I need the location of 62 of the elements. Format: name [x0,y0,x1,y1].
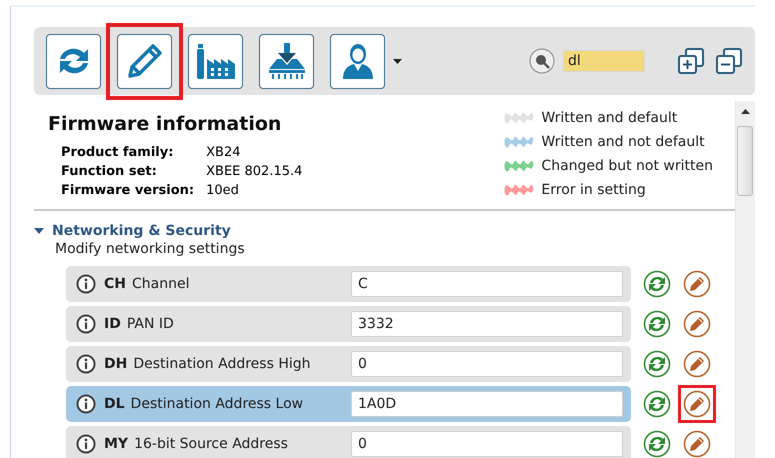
setting-value-field[interactable]: 0 [351,351,623,377]
field-value: 10ed [206,183,240,198]
setting-name: PAN ID [126,316,175,332]
write-setting-button[interactable] [683,270,711,298]
setting-row[interactable]: DL Destination Address Low 1A0D [66,386,631,422]
info-icon[interactable] [76,314,96,334]
field-label: Product family: [61,145,174,160]
field-label: Firmware version: [61,183,194,198]
setting-code: ID [104,316,121,332]
setting-row[interactable]: CH Channel C [66,266,631,302]
setting-code: CH [104,276,126,292]
setting-row[interactable]: ID PAN ID 3332 [66,306,631,342]
write-setting-button[interactable] [683,350,711,378]
legend-label: Changed but not written [541,158,713,174]
write-button[interactable] [117,34,172,88]
category-title[interactable]: Networking & Security [52,223,231,239]
search-field[interactable]: dl [563,50,645,72]
setting-value-field[interactable]: 0 [351,431,623,457]
write-setting-button[interactable] [683,310,711,338]
write-setting-button[interactable] [683,390,711,418]
default-button[interactable] [188,34,243,88]
setting-value-field[interactable]: 1A0D [351,391,623,417]
expand-caret-icon[interactable] [34,226,44,236]
legend-label: Written and default [541,110,678,126]
expand-all-icon[interactable] [677,47,705,75]
read-button[interactable] [46,34,101,88]
section-title: Firmware information [48,113,282,135]
scrollbar[interactable] [735,101,755,458]
scroll-thumb[interactable] [737,126,753,196]
read-setting-button[interactable] [643,310,671,338]
setting-name: 16-bit Source Address [134,436,289,452]
setting-code: DL [104,396,125,412]
info-icon[interactable] [76,274,96,294]
field-value: XBEE 802.15.4 [206,164,302,179]
field-value: XB24 [206,145,242,160]
search-icon[interactable] [529,48,555,74]
legend-label: Written and not default [541,134,705,150]
setting-value-field[interactable]: 3332 [351,311,623,337]
setting-name: Destination Address High [133,356,312,372]
setting-code: DH [104,356,128,372]
read-setting-button[interactable] [643,270,671,298]
read-setting-button[interactable] [643,430,671,458]
setting-name: Channel [132,276,190,292]
category-description: Modify networking settings [55,241,246,257]
collapse-all-icon[interactable] [715,47,743,75]
field-label: Function set: [61,164,158,179]
info-icon[interactable] [76,394,96,414]
read-setting-button[interactable] [643,390,671,418]
setting-row[interactable]: MY 16-bit Source Address 0 [66,426,631,458]
scroll-up-icon[interactable] [741,109,750,114]
legend-label: Error in setting [541,182,646,198]
dropdown-caret-icon[interactable] [393,58,402,64]
setting-code: MY [104,436,128,452]
write-setting-button[interactable] [683,430,711,458]
info-icon[interactable] [76,354,96,374]
setting-value-field[interactable]: C [351,271,623,297]
setting-name: Destination Address Low [130,396,304,412]
read-setting-button[interactable] [643,350,671,378]
setting-row[interactable]: DH Destination Address High 0 [66,346,631,382]
update-button[interactable] [259,34,314,88]
profile-button[interactable] [330,34,385,88]
info-icon[interactable] [76,434,96,454]
